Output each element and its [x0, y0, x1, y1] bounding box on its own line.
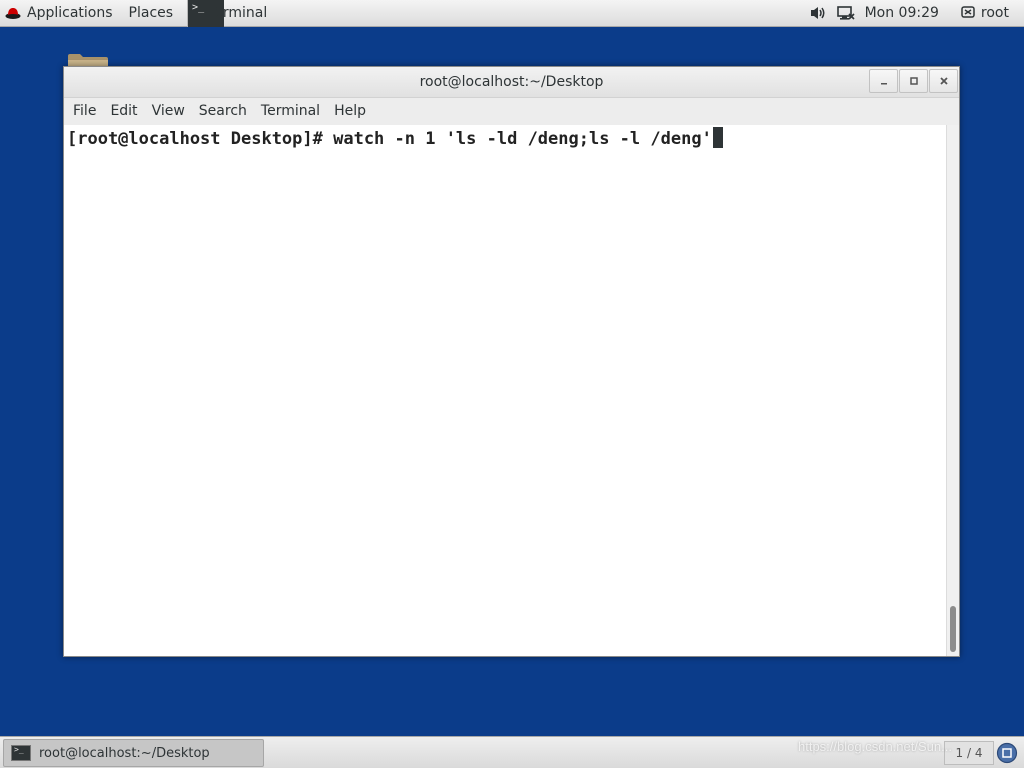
terminal-window: root@localhost:~/Desktop File Edit View [63, 66, 960, 657]
menu-search[interactable]: Search [192, 98, 254, 125]
menu-terminal[interactable]: Terminal [254, 98, 327, 125]
active-task-label: Terminal [208, 5, 268, 21]
active-terminal-task[interactable]: >_ Terminal [187, 0, 277, 27]
user-label: root [980, 5, 1009, 21]
user-icon [961, 4, 975, 22]
minimize-button[interactable] [869, 69, 898, 93]
window-controls [868, 69, 958, 93]
terminal-command-line: [root@localhost Desktop]# watch -n 1 'ls… [67, 127, 723, 151]
taskbar-item-label: root@localhost:~/Desktop [39, 745, 210, 761]
menu-help[interactable]: Help [327, 98, 373, 125]
terminal-cursor [712, 127, 723, 148]
system-tray: Mon 09:29 root [804, 0, 1024, 27]
menu-view[interactable]: View [145, 98, 192, 125]
minimize-icon [880, 83, 887, 85]
close-icon [939, 77, 948, 85]
volume-icon[interactable] [809, 4, 827, 22]
menu-edit[interactable]: Edit [103, 98, 144, 125]
window-menubar: File Edit View Search Terminal Help [64, 98, 959, 125]
terminal-command: watch -n 1 'ls -ld /deng;ls -l /deng' [322, 129, 712, 149]
applications-menu-button[interactable]: Applications [0, 0, 121, 27]
watermark: https://blog.csdn.net/Sun... [798, 739, 952, 754]
network-icon[interactable] [836, 4, 855, 22]
terminal-scrollbar[interactable] [946, 125, 959, 656]
taskbar-terminal-item[interactable]: >_ root@localhost:~/Desktop [3, 739, 264, 767]
terminal-prompt: [root@localhost Desktop]# [67, 129, 323, 149]
terminal-icon: >_ [11, 745, 31, 761]
maximize-icon [909, 77, 918, 85]
close-button[interactable] [929, 69, 958, 93]
terminal-output-area[interactable]: [root@localhost Desktop]# watch -n 1 'ls… [64, 125, 946, 656]
maximize-button[interactable] [899, 69, 928, 93]
places-menu-button[interactable]: Places [121, 0, 182, 27]
notification-icon[interactable] [996, 742, 1018, 764]
places-label: Places [128, 5, 174, 21]
top-panel: Applications Places >_ Terminal Mon 09:2… [0, 0, 1024, 27]
window-title: root@localhost:~/Desktop [419, 74, 604, 90]
user-menu-button[interactable]: root [947, 4, 1024, 22]
applications-label: Applications [27, 5, 113, 21]
clock[interactable]: Mon 09:29 [860, 5, 947, 21]
redhat-icon [5, 8, 21, 19]
menu-file[interactable]: File [66, 98, 103, 125]
window-titlebar[interactable]: root@localhost:~/Desktop [64, 67, 959, 98]
scrollbar-thumb[interactable] [950, 606, 956, 652]
